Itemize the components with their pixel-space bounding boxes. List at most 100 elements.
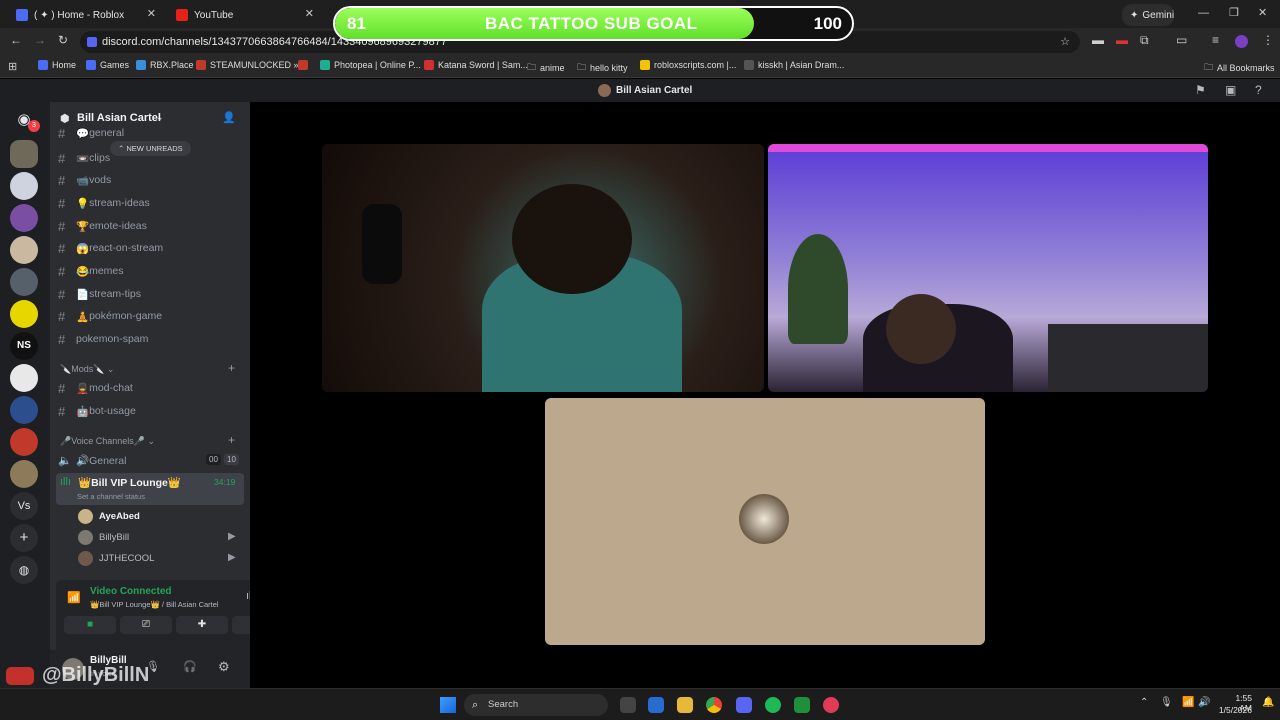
server-icon[interactable] xyxy=(10,268,38,296)
settings-gear-icon[interactable]: ⚙ xyxy=(218,659,230,675)
bookmark-kisskh[interactable]: kisskh | Asian Dram... xyxy=(744,60,844,70)
all-bookmarks[interactable]: 🗀 All Bookmarks xyxy=(1204,60,1275,76)
channel-vods[interactable]: # 📹 vods xyxy=(58,171,244,189)
bookmark-hello-kitty[interactable]: 🗀 hello kitty xyxy=(577,60,628,76)
channel-memes[interactable]: # 😂 memes xyxy=(58,262,244,280)
clock-date[interactable]: 1/5/2026 xyxy=(1218,705,1252,715)
tab-youtube[interactable]: YouTube ✕ xyxy=(166,4,322,26)
channel-stream-ideas[interactable]: # 💡 stream-ideas xyxy=(58,194,244,212)
help-icon[interactable]: ? xyxy=(1255,83,1262,97)
bookmark-robloxscripts[interactable]: robloxscripts.com |... xyxy=(640,60,736,70)
channel-pokemon-game[interactable]: # 🧘 pokémon-game xyxy=(58,307,244,325)
widgets-icon[interactable] xyxy=(648,697,664,713)
voice-user-billybill[interactable]: BillyBill xyxy=(78,530,129,545)
channel-bot-usage[interactable]: # 🤖 bot-usage xyxy=(58,402,244,420)
file-explorer-icon[interactable] xyxy=(677,697,693,713)
bookmark-games[interactable]: Games xyxy=(86,60,129,70)
voice-channel-vip-lounge[interactable]: ıllı 👑Bill VIP Lounge👑 34:19 Set a chann… xyxy=(56,473,244,505)
flag-icon[interactable]: ⚑ xyxy=(1195,83,1206,97)
vs-server-icon[interactable]: Vs xyxy=(10,492,38,520)
category-mods[interactable]: 🔪Mods🔪 ⌄ xyxy=(60,364,114,375)
connection-location[interactable]: 👑Bill VIP Lounge👑 / Bill Asian Cartel xyxy=(90,600,219,609)
add-channel-icon[interactable]: + xyxy=(228,433,235,447)
ns-server-icon[interactable]: NS xyxy=(10,332,38,360)
extensions-puzzle-icon[interactable]: ⧉ xyxy=(1140,33,1149,48)
site-info-icon[interactable] xyxy=(87,37,97,47)
discord-taskbar-icon[interactable] xyxy=(736,697,752,713)
channel-general[interactable]: # 💬 general xyxy=(58,127,244,139)
cast-icon[interactable]: ▭ xyxy=(1176,33,1187,47)
bookmark-photopea[interactable]: Photopea | Online P... xyxy=(320,60,421,70)
server-icon[interactable] xyxy=(10,172,38,200)
server-icon[interactable] xyxy=(10,460,38,488)
headphones-icon[interactable]: 🎧 xyxy=(183,660,197,673)
server-icon[interactable] xyxy=(10,236,38,264)
server-icon[interactable] xyxy=(10,396,38,424)
gemini-button[interactable]: ✦ Gemini xyxy=(1122,4,1174,26)
bookmark-steamunlocked[interactable]: STEAMUNLOCKED »... xyxy=(196,60,306,70)
channel-mod-chat[interactable]: # 💂 mod-chat xyxy=(58,379,244,397)
extension-red-icon[interactable]: ▬ xyxy=(1116,33,1128,47)
notifications-icon[interactable]: 🔔 xyxy=(1262,697,1274,708)
channel-clips[interactable]: # 📼 clips xyxy=(58,149,244,167)
back-icon[interactable]: ← xyxy=(10,33,22,47)
signal-icon[interactable]: 📶 xyxy=(67,591,81,604)
show-hidden-icons[interactable]: ⌃ xyxy=(1140,697,1148,708)
bookmark-home[interactable]: Home xyxy=(38,60,76,70)
profile-avatar[interactable] xyxy=(1235,35,1248,48)
maximize-icon[interactable]: ❐ xyxy=(1229,6,1239,19)
bookmark-red[interactable] xyxy=(298,60,312,70)
server-icon-active[interactable] xyxy=(10,140,38,168)
close-tab-icon[interactable]: ✕ xyxy=(147,7,156,20)
bookmark-star-icon[interactable]: ☆ xyxy=(1060,31,1070,53)
chrome-icon[interactable] xyxy=(706,697,722,713)
opera-icon[interactable] xyxy=(823,697,839,713)
task-view-icon[interactable] xyxy=(620,697,636,713)
channel-emote-ideas[interactable]: # 🏆 emote-ideas xyxy=(58,217,244,235)
video-tile-participant[interactable] xyxy=(322,144,764,392)
reload-icon[interactable]: ↻ xyxy=(58,33,68,47)
inbox-icon[interactable]: ▣ xyxy=(1225,83,1236,97)
reading-list-icon[interactable]: ≡ xyxy=(1212,33,1219,47)
among-us-server-icon[interactable] xyxy=(10,300,38,328)
hash-icon: # xyxy=(58,218,66,234)
close-window-icon[interactable]: ✕ xyxy=(1258,6,1267,19)
activities-button[interactable]: ✚ xyxy=(176,616,228,634)
add-channel-icon[interactable]: + xyxy=(228,361,235,375)
forward-icon[interactable]: → xyxy=(34,33,46,47)
minimize-icon[interactable]: — xyxy=(1198,7,1209,19)
server-icon[interactable] xyxy=(10,204,38,232)
apps-grid-icon[interactable]: ⊞ xyxy=(8,60,17,73)
invite-people-icon[interactable]: 👤 xyxy=(222,111,236,124)
screen-share-button[interactable]: ⎚ xyxy=(120,616,172,634)
channel-pokemon-spam[interactable]: # pokemon-spam xyxy=(58,330,244,348)
camera-button[interactable]: ■ xyxy=(64,616,116,634)
close-tab-icon[interactable]: ✕ xyxy=(305,7,314,20)
app-icon[interactable] xyxy=(794,697,810,713)
server-icon[interactable] xyxy=(10,428,38,456)
camera-off-tile[interactable] xyxy=(545,398,985,645)
spotify-icon[interactable] xyxy=(765,697,781,713)
taskbar-search[interactable]: ⌕ Search xyxy=(464,694,608,716)
channel-status[interactable]: Set a channel status xyxy=(77,492,145,501)
add-server-icon[interactable]: + xyxy=(10,524,38,552)
video-tile-participant[interactable] xyxy=(768,144,1208,392)
bookmark-anime[interactable]: 🗀 anime xyxy=(527,60,565,76)
voice-user-ayeabed[interactable]: AyeAbed xyxy=(78,509,140,524)
microphone-tray-icon[interactable]: 🎙 xyxy=(1160,697,1173,708)
discover-icon[interactable]: ◍ xyxy=(10,556,38,584)
voice-user-jjthecool[interactable]: JJTHECOOL xyxy=(78,551,154,566)
tab-roblox[interactable]: ( ✦ ) Home - Roblox ✕ xyxy=(6,4,164,26)
bookmark-rbxplace[interactable]: RBX.Place xyxy=(136,60,194,70)
windows-start-icon[interactable] xyxy=(440,697,456,713)
voice-channel-general[interactable]: 🔈 🔊General 00 10 xyxy=(58,451,244,469)
server-icon[interactable] xyxy=(10,364,38,392)
wifi-icon[interactable]: 📶 xyxy=(1182,697,1194,708)
extension-icon[interactable]: ▬ xyxy=(1092,33,1104,47)
volume-icon[interactable]: 🔊 xyxy=(1198,697,1210,708)
channel-react-on-stream[interactable]: # 😱 react-on-stream xyxy=(58,239,244,257)
menu-kebab-icon[interactable]: ⋮ xyxy=(1262,33,1274,47)
bookmark-katana[interactable]: Katana Sword | Sam... xyxy=(424,60,528,70)
channel-stream-tips[interactable]: # 📄 stream-tips xyxy=(58,285,244,303)
category-voice[interactable]: 🎤Voice Channels🎤 ⌄ xyxy=(60,436,155,447)
